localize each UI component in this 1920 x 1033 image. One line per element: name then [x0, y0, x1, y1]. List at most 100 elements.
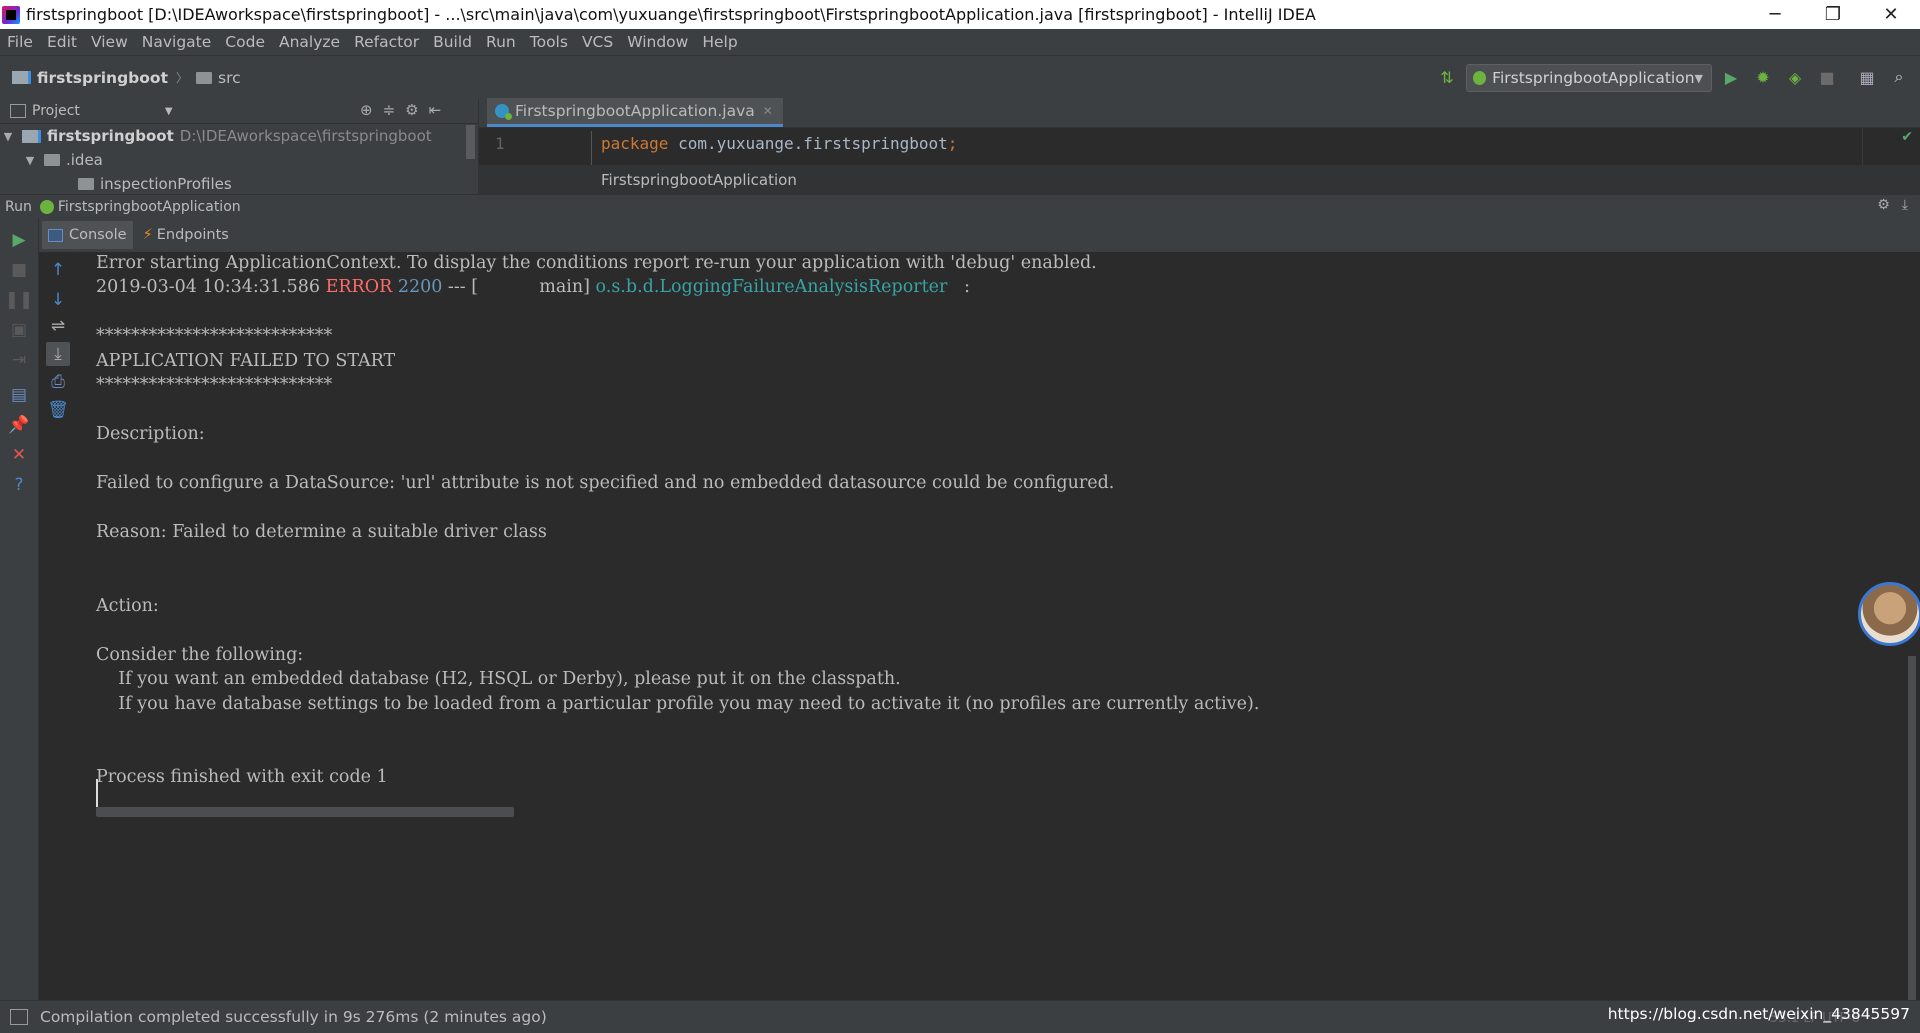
menu-vcs[interactable]: VCS	[575, 33, 620, 51]
close-tab-icon[interactable]: ✕	[763, 104, 773, 118]
chevron-down-icon[interactable]: ▼	[0, 130, 16, 143]
minimize-panel-icon[interactable]: ⤓	[1902, 197, 1908, 213]
menu-run[interactable]: Run	[479, 33, 523, 51]
tab-endpoints[interactable]: ⚡ Endpoints	[137, 221, 235, 249]
menu-help[interactable]: Help	[695, 33, 744, 51]
menu-build[interactable]: Build	[426, 33, 479, 51]
editor-breadcrumb[interactable]: FirstspringbootApplication	[601, 171, 797, 189]
tree-item-idea[interactable]: ▼ .idea	[0, 148, 478, 172]
close-window-button[interactable]: ✕	[1862, 0, 1920, 29]
status-bar: Compilation completed successfully in 9s…	[0, 1000, 1920, 1033]
run-config-tab[interactable]: FirstspringbootApplication	[58, 199, 241, 215]
editor-tab-bar: FirstspringbootApplication.java ✕	[479, 98, 1920, 128]
chevron-down-icon: ▼	[1694, 71, 1703, 85]
horizontal-scrollbar[interactable]	[96, 807, 514, 817]
arrow-up-icon[interactable]: ↑	[46, 258, 70, 282]
hide-panel-icon[interactable]: ⇤	[429, 101, 442, 119]
layout-icon[interactable]: ▤	[7, 383, 31, 407]
arrow-down-icon[interactable]: ↓	[46, 288, 70, 312]
tree-item-firstspringboot[interactable]: ▼ firstspringboot D:\IDEAworkspace\first…	[0, 124, 478, 148]
rerun-icon[interactable]: ▶	[7, 228, 31, 252]
project-scrollbar[interactable]	[466, 125, 475, 159]
folder-icon	[78, 178, 94, 190]
console-icon	[48, 228, 63, 242]
close-icon[interactable]: ✕	[7, 443, 31, 467]
dump-threads-icon[interactable]: ▣	[7, 318, 31, 342]
console-output[interactable]: Error starting ApplicationContext. To di…	[78, 252, 1920, 1000]
tab-endpoints-label: Endpoints	[156, 227, 229, 243]
menu-edit[interactable]: Edit	[40, 33, 84, 51]
project-panel-header: Project ▼ ⊕ ≑ ⚙ ⇤	[0, 99, 478, 124]
console-line: Error starting ApplicationContext. To di…	[96, 253, 1097, 273]
tree-item-label: firstspringboot	[47, 127, 174, 145]
log-level: ERROR	[325, 277, 393, 297]
help-icon[interactable]: ?	[7, 473, 31, 497]
menu-view[interactable]: View	[84, 33, 135, 51]
chevron-down-icon[interactable]: ▼	[22, 154, 38, 167]
tree-item-label: inspectionProfiles	[100, 175, 232, 193]
scroll-to-end-icon[interactable]: ⤓	[46, 342, 70, 366]
code-line[interactable]: 1 package com.yuxuange.firstspringboot;	[479, 131, 1920, 173]
code-semicolon: ;	[947, 134, 958, 153]
project-structure-icon[interactable]: ▦	[1856, 66, 1878, 88]
pin-icon[interactable]: 📌	[7, 413, 31, 437]
print-icon[interactable]: ⎙	[46, 370, 70, 394]
build-project-icon[interactable]: ⇅	[1436, 66, 1458, 88]
coverage-icon[interactable]: ◈	[1784, 66, 1806, 88]
check-icon: ✔	[1901, 129, 1913, 145]
endpoints-icon: ⚡	[142, 227, 153, 243]
locate-icon[interactable]: ⊕	[360, 101, 373, 119]
run-icon[interactable]: ▶	[1720, 66, 1742, 88]
tab-console[interactable]: Console	[42, 221, 133, 249]
clear-all-icon[interactable]: 🗑	[46, 398, 70, 422]
breadcrumb-separator: 〉	[175, 71, 188, 85]
restore-button[interactable]: ❐	[1804, 0, 1862, 29]
debug-icon[interactable]: ✹	[1752, 66, 1774, 88]
console-log-line: 2019-03-04 10:34:31.586 ERROR 2200 --- […	[96, 275, 970, 299]
pause-icon[interactable]: ❚❚	[5, 288, 34, 312]
text-cursor	[96, 779, 98, 807]
search-icon[interactable]: ⌕	[1888, 66, 1910, 88]
menu-refactor[interactable]: Refactor	[347, 33, 426, 51]
log-colon: :	[947, 277, 970, 297]
editor-breadcrumb-bar: FirstspringbootApplication	[479, 165, 1920, 194]
tree-item-inspectionprofiles[interactable]: inspectionProfiles	[0, 172, 478, 196]
project-view-icon	[10, 104, 26, 118]
breadcrumb-src[interactable]: src	[218, 69, 241, 87]
menu-analyze[interactable]: Analyze	[272, 33, 347, 51]
project-view-label[interactable]: Project	[32, 103, 80, 119]
menu-code[interactable]: Code	[218, 33, 272, 51]
code-keyword: package	[601, 134, 669, 153]
gear-icon[interactable]: ⚙	[405, 101, 418, 119]
avatar[interactable]	[1858, 582, 1920, 646]
menu-window[interactable]: Window	[620, 33, 695, 51]
stop-icon[interactable]: ■	[7, 258, 31, 282]
title-bar: firstspringboot [D:\IDEAworkspace\firsts…	[0, 0, 1920, 29]
soft-wrap-icon[interactable]: ⇌	[46, 314, 70, 338]
module-icon	[22, 129, 41, 143]
editor-tab-firstspringbootapplication[interactable]: FirstspringbootApplication.java ✕	[487, 98, 783, 127]
run-tool-window-header: Run FirstspringbootApplication ⚙ ⤓	[0, 194, 1920, 218]
exit-icon[interactable]: ⇥	[7, 348, 31, 372]
minimize-button[interactable]: ─	[1746, 0, 1804, 29]
code-text: package com.yuxuange.firstspringboot;	[601, 134, 957, 153]
tool-windows-icon[interactable]	[10, 1009, 28, 1025]
run-configuration-select[interactable]: FirstspringbootApplication ▼	[1466, 64, 1712, 92]
run-toolbar-primary: ▶ ■ ❚❚ ▣ ⇥ ▤ 📌 ✕ ?	[0, 218, 39, 1000]
menu-navigate[interactable]: Navigate	[135, 33, 219, 51]
gear-icon[interactable]: ⚙	[1877, 197, 1890, 213]
stop-icon[interactable]: ■	[1816, 66, 1838, 88]
status-message: Compilation completed successfully in 9s…	[40, 1008, 547, 1026]
chevron-down-icon[interactable]: ▼	[165, 106, 173, 117]
run-header-tools: ⚙ ⤓	[1877, 197, 1908, 213]
menu-file[interactable]: File	[0, 33, 40, 51]
menu-tools[interactable]: Tools	[523, 33, 575, 51]
console-line: Reason: Failed to determine a suitable d…	[96, 522, 547, 542]
spring-boot-icon	[39, 199, 54, 214]
console-line: ***************************	[96, 375, 333, 395]
collapse-all-icon[interactable]: ≑	[383, 101, 396, 119]
vertical-scrollbar[interactable]	[1908, 656, 1916, 1000]
breadcrumb-project[interactable]: firstspringboot	[37, 69, 168, 87]
console-line: If you want an embedded database (H2, HS…	[96, 669, 901, 689]
console-line: Description:	[96, 424, 205, 444]
